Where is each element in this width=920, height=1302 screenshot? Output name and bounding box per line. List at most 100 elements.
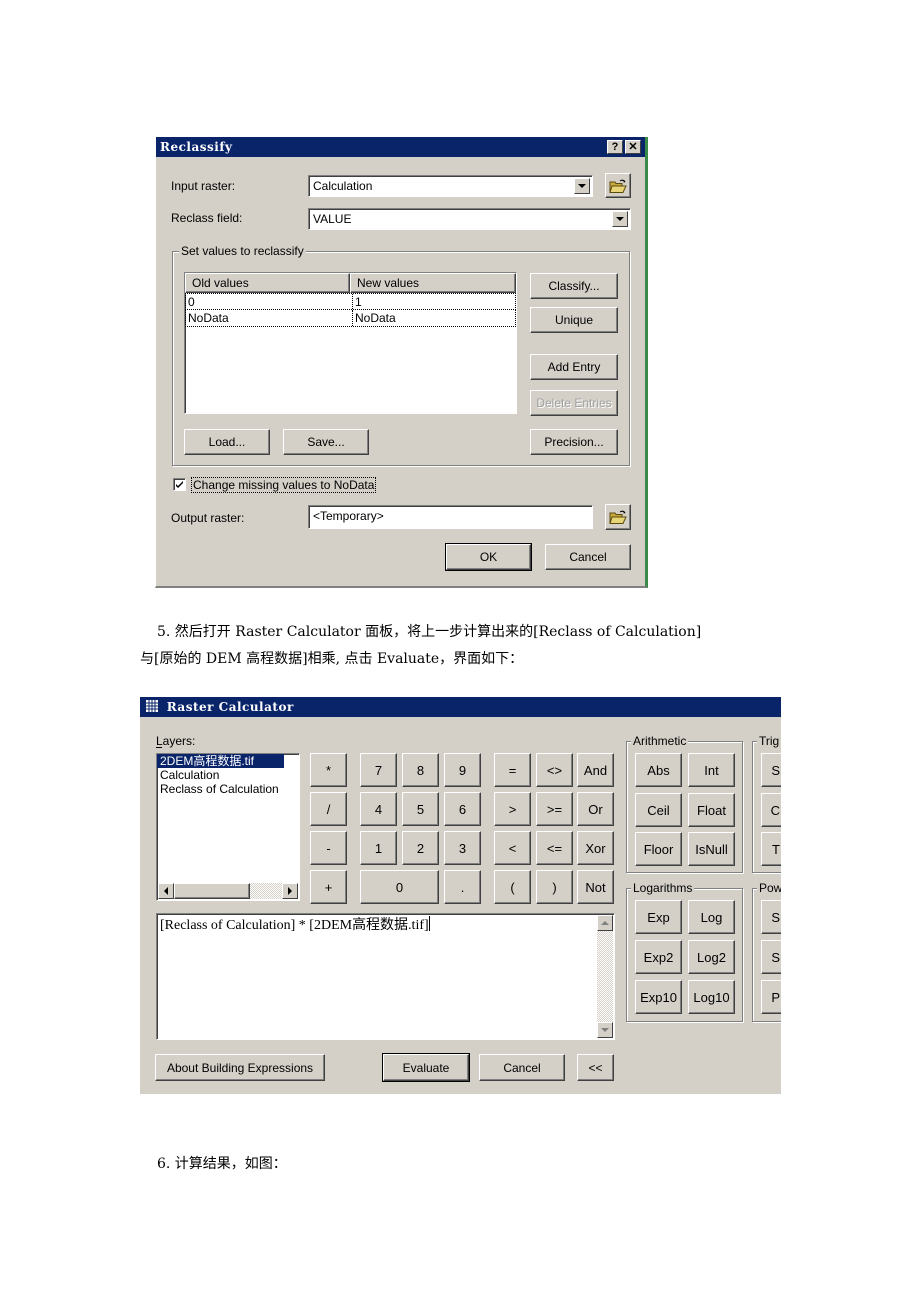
collapse-button[interactable]: << bbox=[577, 1054, 614, 1081]
layers-label: Layers: bbox=[156, 734, 196, 748]
layers-horizontal-scrollbar[interactable] bbox=[158, 883, 298, 899]
change-missing-checkbox[interactable] bbox=[173, 478, 186, 491]
table-cell[interactable]: NoData bbox=[186, 310, 353, 326]
divide-button[interactable]: / bbox=[310, 792, 347, 826]
text-cursor bbox=[428, 916, 430, 931]
digit-0-button[interactable]: 0 bbox=[360, 870, 439, 904]
expression-text: [Reclass of Calculation] * [2DEM高程数据.tif… bbox=[160, 918, 429, 933]
scroll-thumb[interactable] bbox=[174, 883, 250, 899]
table-row[interactable]: NoData NoData bbox=[185, 310, 516, 327]
log2-button[interactable]: Log2 bbox=[688, 940, 735, 974]
digit-4-button[interactable]: 4 bbox=[360, 792, 397, 826]
layer-item[interactable]: Calculation bbox=[157, 768, 299, 782]
trig-button[interactable]: C bbox=[761, 793, 781, 827]
exp2-button[interactable]: Exp2 bbox=[635, 940, 682, 974]
powers-group-label: Pow bbox=[757, 881, 781, 895]
greater-equal-button[interactable]: >= bbox=[536, 792, 573, 826]
ok-button[interactable]: OK bbox=[445, 543, 532, 571]
multiply-button[interactable]: * bbox=[310, 753, 347, 787]
expression-textarea[interactable]: [Reclass of Calculation] * [2DEM高程数据.tif… bbox=[156, 913, 615, 1040]
floor-button[interactable]: Floor bbox=[635, 832, 682, 866]
evaluate-button[interactable]: Evaluate bbox=[382, 1053, 470, 1082]
and-button[interactable]: And bbox=[577, 753, 614, 787]
load-button[interactable]: Load... bbox=[184, 429, 270, 455]
expression-vertical-scrollbar[interactable] bbox=[597, 915, 613, 1038]
ceil-button[interactable]: Ceil bbox=[635, 793, 682, 827]
logarithms-group: Logarithms Exp Log Exp2 Log2 Exp10 Log10 bbox=[626, 881, 743, 1022]
table-cell[interactable]: 0 bbox=[186, 294, 353, 309]
greater-than-button[interactable]: > bbox=[494, 792, 531, 826]
less-than-button[interactable]: < bbox=[494, 831, 531, 865]
power-button[interactable]: S bbox=[761, 940, 781, 974]
scroll-left-button[interactable] bbox=[158, 883, 174, 899]
scroll-up-button[interactable] bbox=[597, 915, 613, 931]
cancel-button[interactable]: Cancel bbox=[479, 1054, 565, 1081]
exp-button[interactable]: Exp bbox=[635, 900, 682, 934]
add-button[interactable]: + bbox=[310, 870, 347, 904]
digit-9-button[interactable]: 9 bbox=[444, 753, 481, 787]
isnull-button[interactable]: IsNull bbox=[688, 832, 735, 866]
column-header-new-values[interactable]: New values bbox=[350, 273, 516, 293]
input-raster-value: Calculation bbox=[313, 179, 373, 193]
add-entry-button[interactable]: Add Entry bbox=[530, 354, 618, 380]
input-raster-browse-button[interactable] bbox=[605, 173, 631, 198]
precision-button[interactable]: Precision... bbox=[530, 429, 618, 455]
reclass-table[interactable]: Old values New values 0 1 NoData NoData bbox=[184, 272, 517, 414]
open-paren-button[interactable]: ( bbox=[494, 870, 531, 904]
abs-button[interactable]: Abs bbox=[635, 753, 682, 787]
digit-1-button[interactable]: 1 bbox=[360, 831, 397, 865]
digit-3-button[interactable]: 3 bbox=[444, 831, 481, 865]
layer-item[interactable]: Reclass of Calculation bbox=[157, 782, 299, 796]
reclassify-titlebar: Reclassify bbox=[156, 137, 645, 157]
power-button[interactable]: P bbox=[761, 980, 781, 1014]
close-paren-button[interactable]: ) bbox=[536, 870, 573, 904]
table-row[interactable]: 0 1 bbox=[185, 293, 516, 310]
table-cell[interactable]: NoData bbox=[353, 310, 396, 326]
save-button[interactable]: Save... bbox=[283, 429, 369, 455]
power-button[interactable]: S bbox=[761, 900, 781, 934]
scroll-right-button[interactable] bbox=[282, 883, 298, 899]
float-button[interactable]: Float bbox=[688, 793, 735, 827]
trig-button[interactable]: S bbox=[761, 753, 781, 787]
or-button[interactable]: Or bbox=[577, 792, 614, 826]
digit-2-button[interactable]: 2 bbox=[402, 831, 439, 865]
log-button[interactable]: Log bbox=[688, 900, 735, 934]
output-raster-browse-button[interactable] bbox=[605, 504, 631, 530]
less-equal-button[interactable]: <= bbox=[536, 831, 573, 865]
close-button[interactable]: ✕ bbox=[625, 140, 641, 154]
subtract-button[interactable]: - bbox=[310, 831, 347, 865]
decimal-point-button[interactable]: . bbox=[444, 870, 481, 904]
table-header: Old values New values bbox=[185, 273, 516, 293]
step6-text: 6. 计算结果，如图： bbox=[157, 1156, 287, 1172]
layer-item[interactable]: 2DEM高程数据.tif bbox=[157, 754, 284, 768]
classify-button[interactable]: Classify... bbox=[530, 273, 618, 299]
scroll-down-button[interactable] bbox=[597, 1022, 613, 1038]
unique-button[interactable]: Unique bbox=[530, 307, 618, 333]
about-building-expressions-button[interactable]: About Building Expressions bbox=[155, 1054, 325, 1081]
int-button[interactable]: Int bbox=[688, 753, 735, 787]
cancel-button[interactable]: Cancel bbox=[545, 544, 631, 570]
table-cell[interactable]: 1 bbox=[353, 294, 362, 309]
digit-6-button[interactable]: 6 bbox=[444, 792, 481, 826]
change-missing-label[interactable]: Change missing values to NoData bbox=[191, 477, 377, 493]
not-equal-button[interactable]: <> bbox=[536, 753, 573, 787]
input-raster-select[interactable]: Calculation bbox=[308, 175, 593, 197]
digit-5-button[interactable]: 5 bbox=[402, 792, 439, 826]
help-button[interactable]: ? bbox=[607, 140, 623, 154]
reclass-field-select[interactable]: VALUE bbox=[308, 208, 631, 230]
xor-button[interactable]: Xor bbox=[577, 831, 614, 865]
equals-button[interactable]: = bbox=[494, 753, 531, 787]
column-header-old-values[interactable]: Old values bbox=[185, 273, 350, 293]
arrow-right-icon bbox=[288, 887, 292, 895]
output-raster-input[interactable]: <Temporary> bbox=[308, 505, 593, 529]
digit-8-button[interactable]: 8 bbox=[402, 753, 439, 787]
chevron-down-icon[interactable] bbox=[574, 178, 590, 194]
log10-button[interactable]: Log10 bbox=[688, 980, 735, 1014]
checkmark-icon bbox=[176, 481, 183, 488]
exp10-button[interactable]: Exp10 bbox=[635, 980, 682, 1014]
layers-list[interactable]: 2DEM高程数据.tif Calculation Reclass of Calc… bbox=[156, 753, 300, 901]
digit-7-button[interactable]: 7 bbox=[360, 753, 397, 787]
chevron-down-icon[interactable] bbox=[612, 211, 628, 227]
not-button[interactable]: Not bbox=[577, 870, 614, 904]
trig-button[interactable]: T bbox=[761, 832, 781, 866]
